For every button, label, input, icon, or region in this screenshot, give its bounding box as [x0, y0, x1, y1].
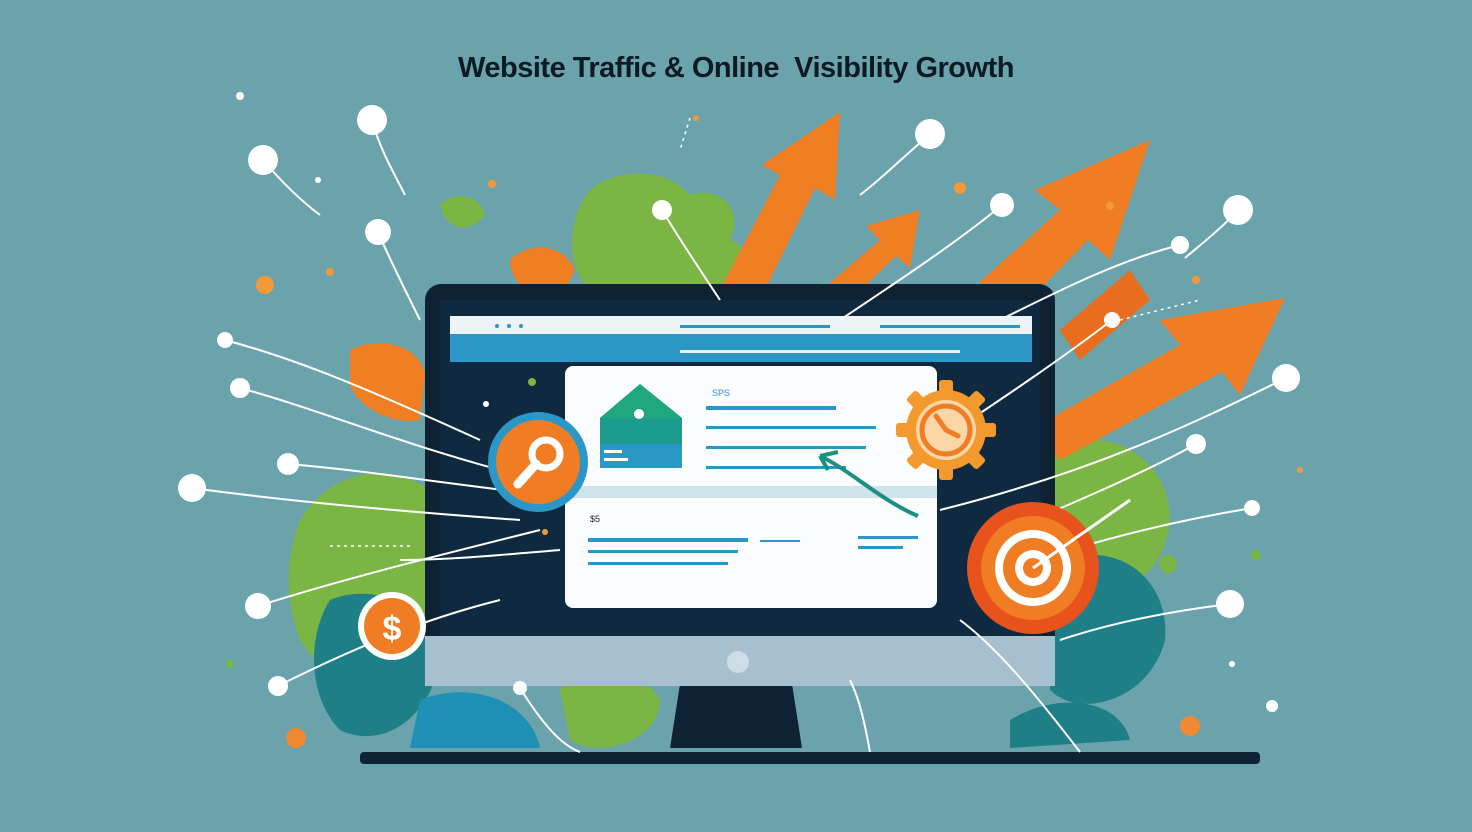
dollar-icon: $ [358, 592, 426, 660]
dollar-glyph: $ [383, 610, 402, 648]
browser-window [450, 316, 1032, 362]
illustration-canvas: Website Traffic & Online Visibility Grow… [0, 0, 1472, 832]
micro-label: $5 [590, 514, 600, 524]
illustration-art: SPS $5 $ [178, 92, 1303, 764]
webpage-content-card: SPS $5 [565, 366, 937, 608]
gear-icon [896, 380, 996, 480]
micro-label: SPS [712, 388, 730, 398]
magnifier-icon [488, 412, 588, 512]
